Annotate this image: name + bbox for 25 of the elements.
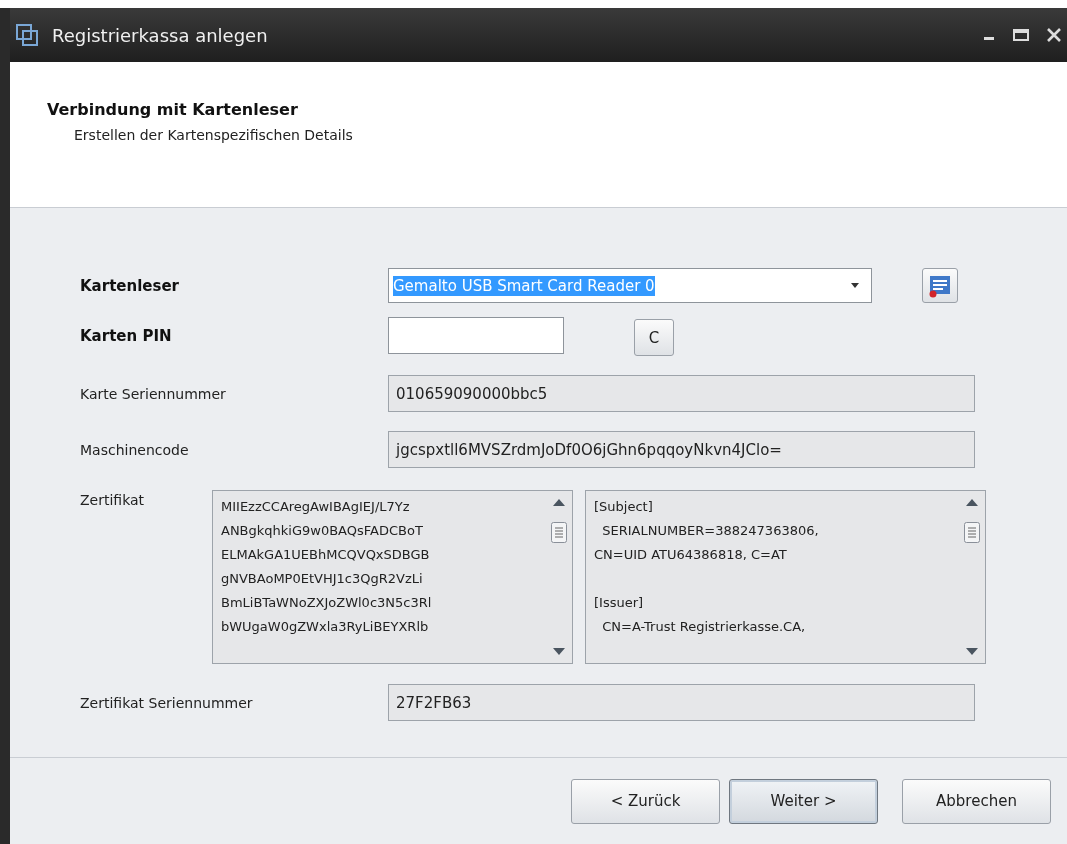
wizard-button[interactable]: Weiter > <box>729 778 878 824</box>
readonly-field: 010659090000bbc5 <box>388 375 975 412</box>
certificate-textarea[interactable]: [Subject] SERIALNUMBER=388247363806, CN=UID ATU64386818, C=AT [Issuer] CN=A-Trust Registrierkasse.CA, <box>585 490 986 664</box>
readonly-field: 27F2FB63 <box>388 684 975 721</box>
readonly-field: jgcspxtll6MVSZrdmJoDf0O6jGhn6pqqoyNkvn4JClo= <box>388 431 975 468</box>
wizard-button[interactable]: Abbrechen <box>902 778 1051 824</box>
certificate-textarea[interactable]: MIIEzzCCAregAwIBAgIEJ/L7Yz ANBgkqhkiG9w0BAQsFADCBoT ELMAkGA1UEBhMCQVQxSDBGB gNVBAoMP0EtVHJ1c3QgR2VzLi BmLiBTaWNoZXJoZWl0c3N5c3Rl bWUgaW0gZWxla3RyLiBEYXRlb <box>212 490 573 664</box>
pin-input[interactable] <box>388 317 564 354</box>
field-label: Kartenleser <box>80 276 180 295</box>
close-icon[interactable] <box>1047 28 1061 42</box>
app-icon <box>16 24 38 46</box>
field-label: Karte Seriennummer <box>80 385 227 402</box>
dropdown-caret-icon[interactable] <box>851 283 859 288</box>
clear-button[interactable]: C <box>634 319 674 356</box>
wizard-button[interactable]: < Zurück <box>571 778 720 824</box>
document-icon <box>928 273 952 298</box>
step-subtitle: Erstellen der Kartenspezifischen Details <box>74 127 353 143</box>
field-label: Maschinencode <box>80 441 190 458</box>
card-settings-button[interactable] <box>922 268 958 303</box>
field-label: Zertifikat Seriennummer <box>80 694 254 711</box>
maximize-icon[interactable] <box>1013 29 1029 41</box>
step-title: Verbindung mit Kartenleser <box>47 100 298 119</box>
window-title: Registrierkassa anlegen <box>52 24 269 46</box>
field-label: Karten PIN <box>80 326 173 345</box>
field-label: Zertifikat <box>80 492 146 508</box>
